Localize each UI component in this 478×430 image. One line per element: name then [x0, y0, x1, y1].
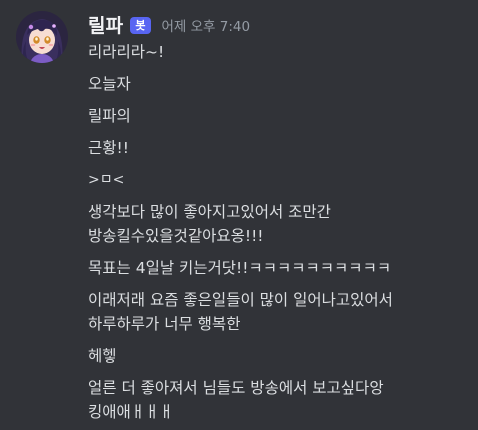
message-header: 릴파 봇 어제 오후 7:40	[88, 10, 250, 38]
message-line: 릴파의	[88, 107, 131, 125]
message-line: 생각보다 많이 좋아지고있어서 조만간	[88, 203, 331, 221]
chat-message: 릴파 봇 어제 오후 7:40 리라리라~! 오늘자 릴파의 근황!! >ㅁ< …	[0, 0, 478, 430]
message-line: 헤헿	[88, 347, 117, 365]
message-line: 목표는 4일날 키는거닷!!ㅋㅋㅋㅋㅋㅋㅋㅋㅋㅋ	[88, 259, 392, 277]
message-line: 얼른 더 좋아져서 님들도 방송에서 보고싶다앙	[88, 379, 384, 397]
message-line: 하루하루가 너무 행복한	[88, 315, 241, 333]
anime-girl-avatar-icon	[16, 11, 68, 63]
message-line: 이래저래 요즘 좋은일들이 많이 일어나고있어서	[88, 291, 393, 309]
message-line: 방송킬수있을것같아요옹!!!	[88, 227, 264, 245]
timestamp[interactable]: 어제 오후 7:40	[162, 15, 251, 35]
bot-tag: 봇	[130, 16, 151, 34]
avatar[interactable]	[16, 11, 68, 63]
message-content: 리라리라~! 오늘자 릴파의 근황!! >ㅁ< 생각보다 많이 좋아지고있어서 …	[88, 40, 473, 424]
message-line: 근황!!	[88, 139, 129, 157]
message-line: 리라리라~!	[88, 43, 165, 61]
username[interactable]: 릴파	[88, 11, 123, 38]
message-line: >ㅁ<	[88, 172, 125, 188]
message-line: 오늘자	[88, 75, 131, 93]
message-line: 킹애애ㅐㅐㅐ	[88, 403, 174, 421]
